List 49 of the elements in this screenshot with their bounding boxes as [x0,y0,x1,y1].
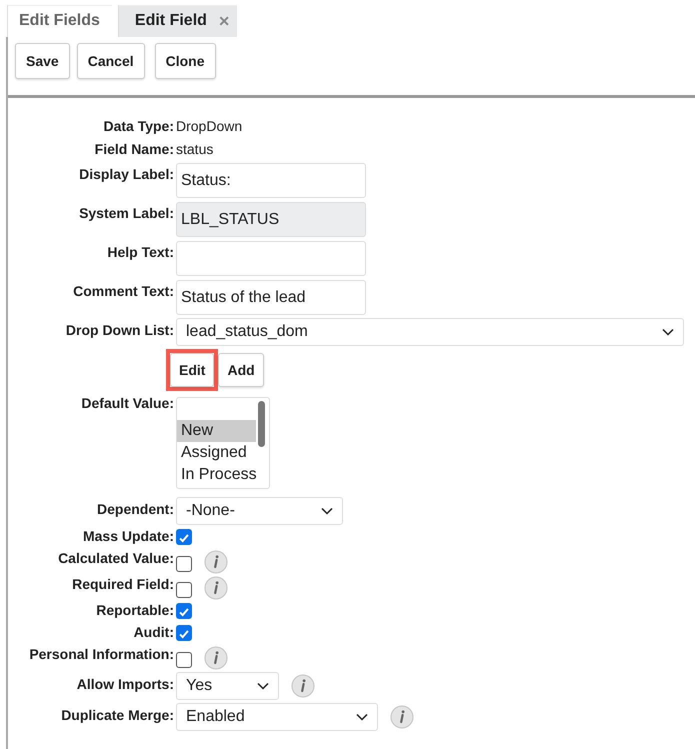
dropdown[interactable]: -None- [176,497,343,525]
field-label: Data Type: [103,118,174,134]
field-label: Calculated Value: [58,550,174,566]
checkbox[interactable] [176,625,192,641]
toolbar-button[interactable]: Cancel [76,43,145,79]
checkbox[interactable] [176,603,192,619]
info-icon[interactable] [204,550,228,574]
list-box[interactable]: New Assigned In Process [176,397,270,489]
chevron-down-icon [662,328,674,336]
field-label: Duplicate Merge: [61,707,174,723]
field-label: Required Field: [72,576,174,592]
field-label: Drop Down List: [66,322,174,338]
toolbar-button[interactable]: Save [15,43,70,79]
checkbox[interactable] [176,582,192,598]
chevron-down-icon [321,507,333,515]
info-icon[interactable] [204,646,228,670]
field-label: Field Name: [94,141,174,157]
checkbox[interactable] [176,529,192,545]
list-button[interactable]: Edit [170,353,214,387]
field-label: Personal Information: [29,646,174,662]
field-value: status [176,141,214,159]
toolbar-button[interactable]: Clone [154,43,216,79]
checkbox[interactable] [176,556,192,572]
tab[interactable]: Edit Fields [7,5,112,37]
field-label: Mass Update: [82,528,174,544]
text-field[interactable]: Status of the lead [176,280,366,315]
text-field[interactable] [176,241,366,276]
field-label: Audit: [134,624,174,640]
info-icon[interactable] [390,705,414,729]
checkbox[interactable] [176,652,192,668]
dropdown[interactable]: lead_status_dom [176,318,684,346]
list-button[interactable]: Add [218,353,264,387]
tab[interactable]: Edit Field × [118,5,238,37]
field-label: Display Label: [79,166,174,182]
field-label: Allow Imports: [76,676,174,692]
field-value: DropDown [176,118,242,136]
text-field[interactable]: Status: [176,163,366,198]
field-label: Help Text: [107,244,174,260]
field-label: Comment Text: [73,283,174,299]
chevron-down-icon [356,713,368,721]
dropdown[interactable]: Yes [176,672,279,700]
field-label: Dependent: [97,501,174,517]
chevron-down-icon [257,682,269,690]
info-icon[interactable] [291,674,315,698]
field-label: System Label: [79,205,174,221]
dropdown[interactable]: Enabled [176,703,378,731]
field-label: Reportable: [96,602,174,618]
info-icon[interactable] [204,576,228,600]
field-label: Default Value: [81,395,174,411]
